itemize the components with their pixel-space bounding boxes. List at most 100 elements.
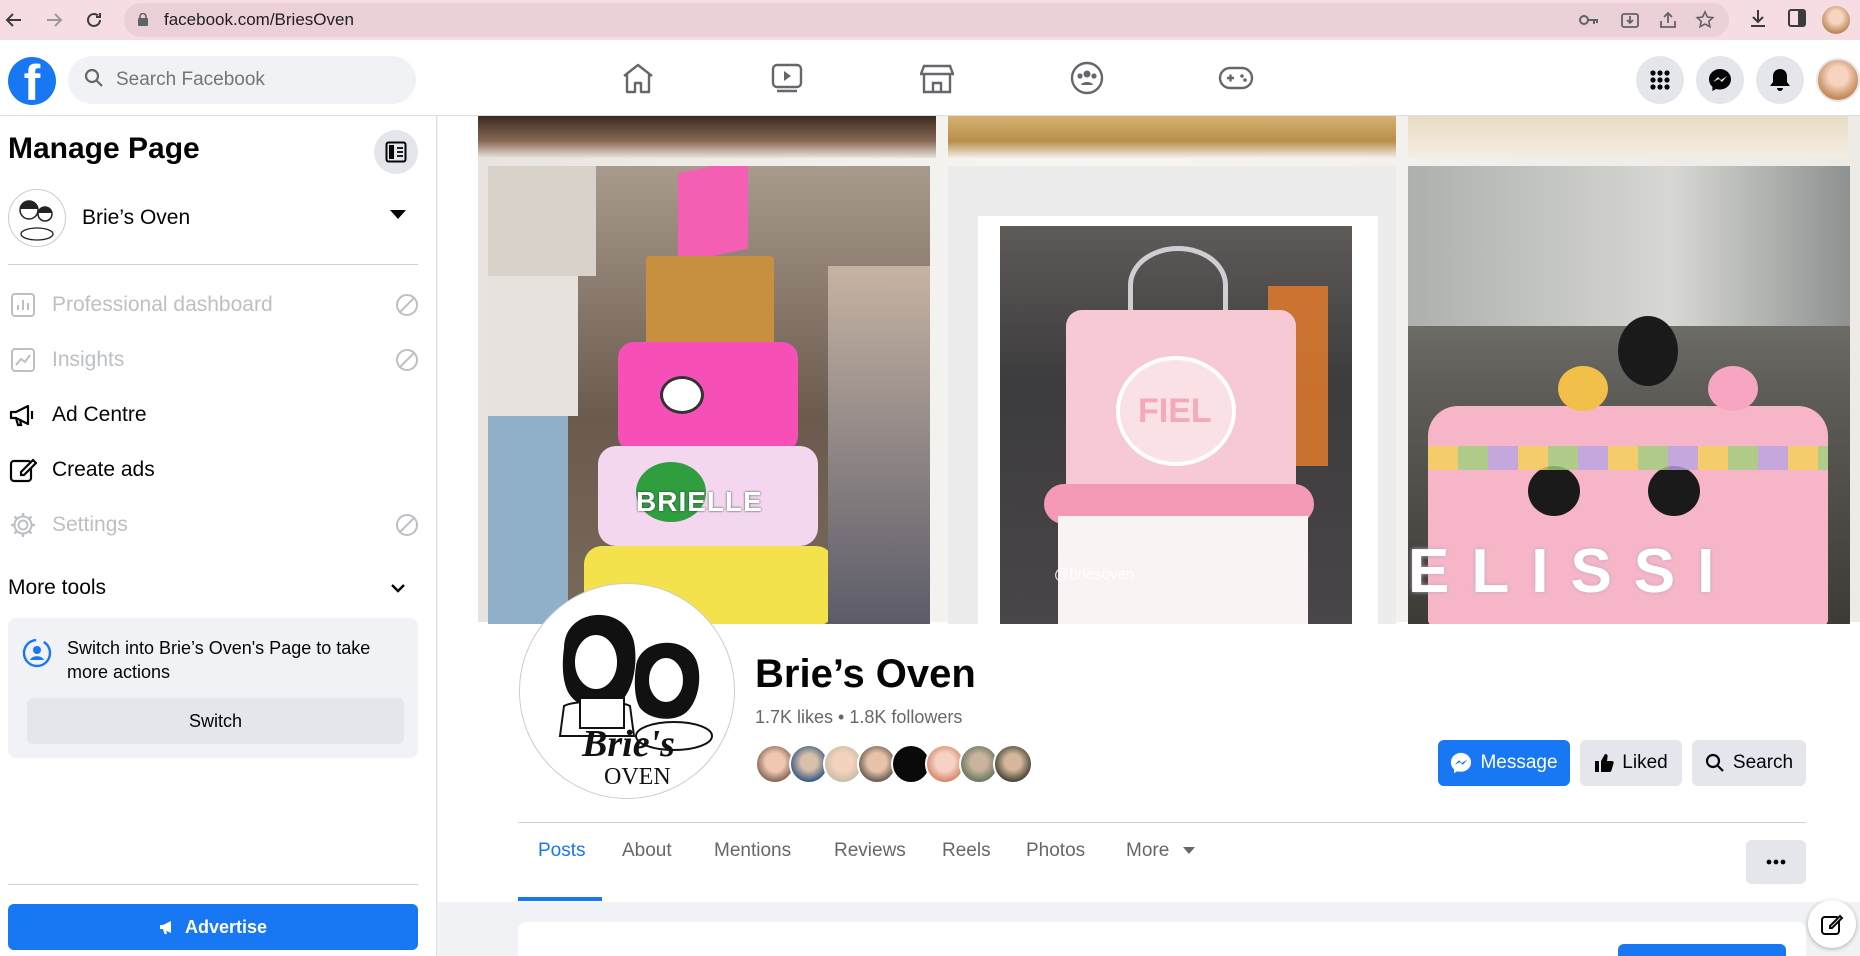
- more-tools-toggle[interactable]: More tools: [8, 568, 418, 608]
- messenger-icon: [1709, 69, 1731, 91]
- cover-cake-photo: FIEL @briesoven: [948, 166, 1396, 624]
- profile-logo-text: Brie's: [581, 723, 675, 765]
- page-main: BRIELLE FIEL @briesoven ELISSI Brie's OV…: [438, 116, 1860, 956]
- side-panel-icon[interactable]: [1788, 8, 1806, 32]
- downloads-icon[interactable]: [1748, 8, 1768, 33]
- menu-button[interactable]: [1636, 56, 1684, 104]
- cover-photo-strip: [478, 116, 936, 158]
- advertise-button[interactable]: Advertise: [8, 904, 418, 950]
- messenger-button[interactable]: [1696, 56, 1744, 104]
- page-avatar: [8, 189, 66, 247]
- sidebar-item-settings[interactable]: Settings: [8, 500, 418, 550]
- forward-icon[interactable]: [40, 6, 68, 34]
- tab-more[interactable]: More: [1126, 840, 1195, 862]
- cover-cake-photo: BRIELLE: [488, 166, 930, 624]
- compose-icon: [1821, 914, 1844, 935]
- home-icon: [623, 63, 653, 94]
- gear-icon: [8, 510, 38, 540]
- search-label: Search: [1732, 752, 1794, 773]
- tab-reels[interactable]: Reels: [942, 840, 991, 862]
- nav-marketplace[interactable]: [887, 40, 987, 116]
- liked-button[interactable]: Liked: [1580, 740, 1682, 786]
- divider: [8, 884, 418, 885]
- key-icon[interactable]: [1579, 12, 1599, 33]
- divider: [8, 264, 418, 265]
- notifications-button[interactable]: [1756, 56, 1804, 104]
- restricted-icon: [396, 514, 418, 536]
- cover-photo: BRIELLE FIEL @briesoven ELISSI: [478, 116, 1860, 624]
- sidebar-toggle-icon: [385, 141, 407, 163]
- megaphone-icon: [159, 921, 171, 934]
- active-tab-indicator: [518, 897, 602, 901]
- manage-page-sidebar: Manage Page Brie’s Oven Professional das…: [0, 116, 437, 956]
- page-stats[interactable]: 1.7K likes • 1.8K followers: [755, 707, 962, 728]
- tab-about[interactable]: About: [622, 840, 672, 862]
- address-bar[interactable]: facebook.com/BriesOven: [124, 3, 1729, 37]
- share-icon[interactable]: [1659, 11, 1677, 34]
- search-input[interactable]: [116, 69, 396, 91]
- profile-logo-subtext: OVEN: [604, 764, 671, 790]
- sidebar-item-insights[interactable]: Insights: [8, 335, 418, 385]
- cover-photo-strip: [948, 116, 1396, 158]
- browser-profile-avatar[interactable]: [1822, 6, 1850, 34]
- reload-icon[interactable]: [80, 6, 108, 34]
- sidebar-item-label: Insights: [52, 348, 125, 371]
- profile-picture[interactable]: Brie's OVEN: [520, 584, 734, 798]
- message-button[interactable]: Message: [1438, 740, 1570, 786]
- search-page-button[interactable]: Search: [1692, 740, 1806, 786]
- page-title: Brie’s Oven: [755, 652, 976, 696]
- sidebar-item-label: Ad Centre: [52, 403, 147, 426]
- messenger-icon: [1451, 752, 1472, 774]
- message-label: Message: [1480, 752, 1558, 773]
- back-icon[interactable]: [0, 6, 28, 34]
- avatar[interactable]: [993, 744, 1033, 784]
- account-avatar[interactable]: [1816, 58, 1860, 102]
- nav-home[interactable]: [588, 40, 688, 116]
- restricted-icon: [396, 294, 418, 316]
- more-options-button[interactable]: [1746, 840, 1806, 884]
- cover-watermark: @briesoven: [1054, 566, 1135, 583]
- tab-mentions[interactable]: Mentions: [714, 840, 791, 862]
- collapse-sidebar-button[interactable]: [374, 130, 418, 174]
- cover-cake-photo: ELISSI: [1408, 166, 1850, 624]
- page-name: Brie’s Oven: [82, 206, 191, 229]
- bookmark-star-icon[interactable]: [1695, 10, 1715, 35]
- caret-down-icon[interactable]: [390, 210, 406, 219]
- groups-icon: [1070, 61, 1104, 95]
- restricted-icon: [396, 349, 418, 371]
- tab-more-label: More: [1126, 840, 1170, 861]
- switch-button[interactable]: Switch: [27, 698, 404, 744]
- post-card: [518, 922, 1806, 956]
- sidebar-item-create-ads[interactable]: Create ads: [8, 445, 418, 495]
- sidebar-item-label: Create ads: [52, 458, 155, 481]
- liked-label: Liked: [1622, 752, 1668, 773]
- search-box[interactable]: [68, 56, 416, 104]
- nav-gaming[interactable]: [1186, 40, 1286, 116]
- new-message-button[interactable]: [1808, 900, 1856, 948]
- chevron-down-icon: [391, 584, 405, 593]
- lock-icon: [138, 12, 148, 26]
- nav-watch[interactable]: [737, 40, 837, 116]
- page-switcher[interactable]: Brie’s Oven: [8, 186, 418, 250]
- sidebar-item-label: Settings: [52, 513, 128, 536]
- search-icon: [1705, 753, 1724, 772]
- url-text: facebook.com/BriesOven: [164, 10, 354, 29]
- sidebar-title: Manage Page: [8, 132, 200, 165]
- caret-down-icon: [1182, 847, 1195, 855]
- switch-prompt-text: Switch into Brie’s Oven's Page to take m…: [67, 638, 371, 682]
- sidebar-item-professional-dashboard[interactable]: Professional dashboard: [8, 280, 418, 330]
- bell-icon: [1770, 69, 1790, 91]
- post-action-button[interactable]: [1618, 944, 1786, 956]
- cover-cake-label: BRIELLE: [636, 486, 763, 517]
- sidebar-item-ad-centre[interactable]: Ad Centre: [8, 390, 418, 440]
- switch-profile-icon: [22, 638, 52, 668]
- nav-groups[interactable]: [1037, 40, 1137, 116]
- insights-icon: [8, 345, 38, 375]
- tab-photos[interactable]: Photos: [1026, 840, 1085, 862]
- follower-avatars[interactable]: [755, 744, 1033, 784]
- facebook-logo[interactable]: f: [8, 57, 56, 105]
- tab-reviews[interactable]: Reviews: [834, 840, 906, 862]
- divider: [518, 822, 1806, 823]
- tab-posts[interactable]: Posts: [538, 840, 586, 862]
- install-icon[interactable]: [1621, 11, 1639, 34]
